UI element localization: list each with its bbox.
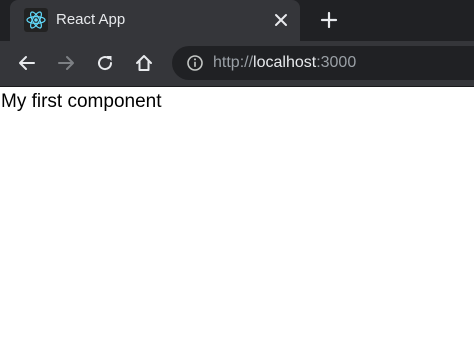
url-scheme: http:// bbox=[213, 54, 254, 71]
reload-icon[interactable] bbox=[94, 52, 116, 74]
tab-strip: React App bbox=[0, 0, 474, 41]
arrow-left-icon[interactable] bbox=[16, 52, 38, 74]
react-logo-icon bbox=[24, 8, 48, 32]
tab-title: React App bbox=[56, 11, 126, 28]
address-bar[interactable]: http://localhost:3000 bbox=[172, 46, 474, 80]
home-icon[interactable] bbox=[133, 52, 155, 74]
arrow-right-icon[interactable] bbox=[55, 52, 77, 74]
component-text: My first component bbox=[1, 91, 162, 112]
close-icon[interactable] bbox=[272, 11, 290, 29]
tab-react-app[interactable]: React App bbox=[10, 0, 300, 41]
url-host: localhost bbox=[253, 54, 317, 71]
page-content: My first component bbox=[0, 87, 474, 351]
url-port: :3000 bbox=[316, 54, 357, 71]
info-icon[interactable] bbox=[186, 54, 204, 72]
browser-window: React App http://localhost:3000 My first… bbox=[0, 0, 474, 351]
toolbar: http://localhost:3000 bbox=[0, 41, 474, 87]
plus-icon[interactable] bbox=[318, 9, 340, 31]
url-text: http://localhost:3000 bbox=[213, 54, 356, 72]
